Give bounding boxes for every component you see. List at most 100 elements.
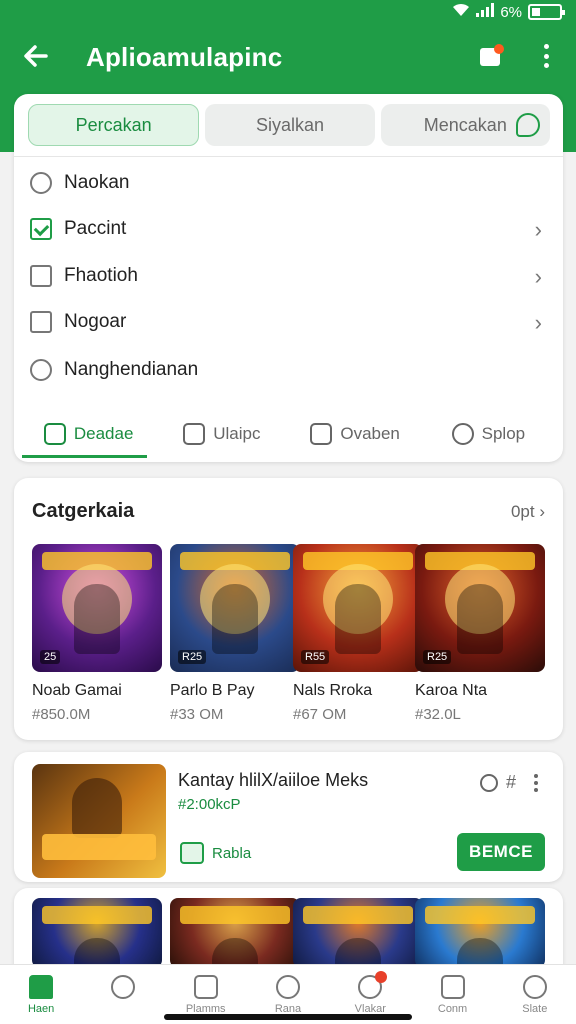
home-icon bbox=[43, 423, 66, 445]
subtab-splop[interactable]: Splop bbox=[422, 410, 555, 458]
search-icon bbox=[111, 975, 136, 999]
checkbox[interactable] bbox=[30, 265, 52, 287]
nav-label: Slate bbox=[522, 1003, 548, 1015]
leaf-icon bbox=[515, 113, 540, 137]
game-card[interactable] bbox=[293, 898, 423, 968]
option-fhaotioh[interactable]: Fhaotioh › bbox=[30, 257, 548, 295]
game-list: 25 Noab Gamai #850.0M R25 Parlo B Pay #3… bbox=[32, 544, 552, 724]
divider bbox=[14, 156, 563, 157]
option-label: Nanghendianan bbox=[64, 359, 199, 380]
nav-search[interactable] bbox=[82, 965, 164, 1024]
subtab-label: Splop bbox=[481, 424, 526, 443]
subtab-label: Deadae bbox=[73, 424, 134, 443]
toolbar: Aplioamulapinc bbox=[0, 36, 576, 76]
search-icon bbox=[30, 172, 52, 194]
game-thumbnail bbox=[170, 898, 300, 968]
subtab-ovaben[interactable]: Ovaben bbox=[289, 410, 422, 458]
game-card[interactable]: R25 Karoa Nta #32.0L bbox=[415, 544, 545, 723]
game-card[interactable] bbox=[170, 898, 300, 968]
document-icon bbox=[193, 975, 218, 999]
overflow-menu-button[interactable] bbox=[538, 42, 554, 70]
home-indicator bbox=[164, 1014, 412, 1020]
chevron-right-icon: › bbox=[534, 310, 542, 335]
game-name: Nals Rroka bbox=[293, 682, 373, 699]
game-price: #67 OM bbox=[293, 706, 347, 723]
segment-siyalkan[interactable]: Siyalkan bbox=[205, 104, 375, 146]
subtab-label: Ulaipc bbox=[213, 424, 261, 443]
filter-card: Percakan Siyalkan Mencakan Naokan Paccin… bbox=[14, 94, 563, 462]
featured-icons: # bbox=[480, 772, 516, 793]
game-thumbnail: 25 bbox=[32, 544, 162, 672]
chevron-right-icon: › bbox=[534, 264, 542, 289]
segment-label: Mencakan bbox=[423, 114, 507, 135]
nav-conm[interactable]: Conm bbox=[411, 965, 493, 1024]
notification-badge bbox=[375, 971, 388, 983]
section-title: Catgerkaia bbox=[32, 500, 135, 522]
nav-home[interactable]: Haen bbox=[0, 965, 82, 1024]
featured-menu-button[interactable] bbox=[534, 774, 540, 792]
see-more-label: 0pt bbox=[510, 502, 535, 521]
checkbox[interactable] bbox=[30, 311, 52, 333]
hash-icon[interactable]: # bbox=[506, 772, 516, 793]
nav-label: Conm bbox=[437, 1003, 468, 1015]
featured-thumbnail bbox=[32, 764, 166, 878]
option-label: Fhaotioh bbox=[64, 265, 138, 286]
game-price: #850.0M bbox=[32, 706, 91, 723]
subtab-ulaipc[interactable]: Ulaipc bbox=[155, 410, 288, 458]
option-nogoar[interactable]: Nogoar › bbox=[30, 303, 548, 341]
game-card[interactable]: 25 Noab Gamai #850.0M bbox=[32, 544, 162, 723]
game-card[interactable] bbox=[32, 898, 162, 968]
game-thumbnail bbox=[293, 898, 423, 968]
game-price: #32.0L bbox=[415, 706, 461, 723]
clock-icon bbox=[451, 423, 474, 445]
chevron-right-icon: › bbox=[534, 217, 542, 242]
list-icon bbox=[183, 423, 206, 445]
featured-card[interactable]: Kantay hlilX/aiiloe Meks #2:00kcP # Rabl… bbox=[14, 752, 563, 882]
category-card: Catgerkaia 0pt › 25 Noab Gamai #850.0M R… bbox=[14, 478, 563, 740]
game-name: Noab Gamai bbox=[32, 682, 122, 699]
game-thumbnail: R25 bbox=[415, 544, 545, 672]
segmented-control: Percakan Siyalkan Mencakan bbox=[28, 104, 550, 146]
subtab-deadae[interactable]: Deadae bbox=[22, 410, 155, 458]
segment-mencakan[interactable]: Mencakan bbox=[380, 104, 550, 146]
segment-percakan[interactable]: Percakan bbox=[28, 104, 200, 146]
game-badge: 25 bbox=[40, 650, 61, 664]
nav-slate[interactable]: Slate bbox=[494, 965, 576, 1024]
back-button[interactable] bbox=[20, 40, 52, 72]
featured-tag: Rabla bbox=[180, 842, 251, 864]
featured-price: #2:00kcP bbox=[178, 796, 241, 813]
game-list-2 bbox=[32, 898, 552, 968]
radio-button[interactable] bbox=[30, 359, 52, 381]
profile-icon bbox=[522, 975, 547, 999]
page-title: Aplioamulapinc bbox=[86, 42, 283, 72]
option-label: Paccint bbox=[64, 218, 127, 239]
kebab-menu-icon bbox=[543, 44, 549, 49]
game-thumbnail bbox=[415, 898, 545, 968]
see-more-link[interactable]: 0pt › bbox=[511, 502, 545, 522]
sub-tabs: Deadae Ulaipc Ovaben Splop bbox=[22, 410, 555, 458]
game-card[interactable]: R25 Parlo B Pay #33 OM bbox=[170, 544, 300, 723]
game-badge: R55 bbox=[301, 650, 330, 664]
segment-label: Siyalkan bbox=[255, 114, 325, 135]
game-badge: R25 bbox=[178, 650, 207, 664]
checkbox-checked[interactable] bbox=[30, 218, 52, 240]
option-nanghendianan[interactable]: Nanghendianan bbox=[30, 351, 548, 389]
game-badge: R25 bbox=[423, 650, 452, 664]
notification-button[interactable] bbox=[480, 44, 504, 68]
featured-action-button[interactable]: BEMCE bbox=[457, 833, 545, 871]
tag-icon bbox=[180, 842, 204, 864]
kebab-menu-icon bbox=[534, 774, 538, 778]
game-card[interactable]: R55 Nals Rroka #67 OM bbox=[293, 544, 423, 723]
game-card[interactable] bbox=[415, 898, 545, 968]
game-price: #33 OM bbox=[170, 706, 224, 723]
game-name: Parlo B Pay bbox=[170, 682, 255, 699]
option-paccint[interactable]: Paccint › bbox=[30, 210, 548, 248]
home-icon bbox=[29, 975, 54, 999]
game-thumbnail: R55 bbox=[293, 544, 423, 672]
option-naokan[interactable]: Naokan bbox=[30, 164, 548, 202]
tv-icon bbox=[440, 975, 465, 999]
gear-icon[interactable] bbox=[480, 773, 498, 792]
flash-icon bbox=[275, 975, 300, 999]
game-name: Karoa Nta bbox=[415, 682, 488, 699]
subtab-label: Ovaben bbox=[340, 424, 400, 443]
